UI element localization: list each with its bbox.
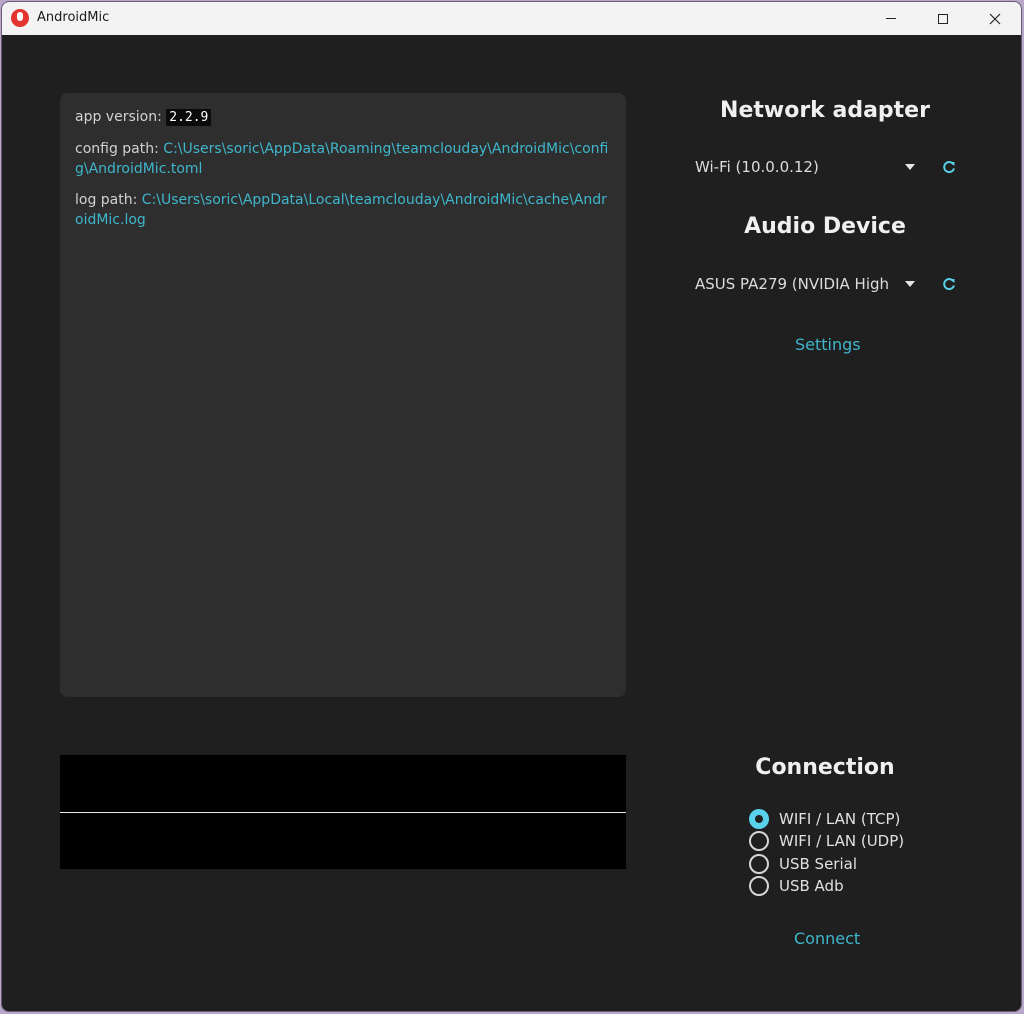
androidmic-logo-icon [11,9,29,27]
audio-device-heading: Audio Device [744,214,906,239]
connection-option-usb-adb[interactable]: USB Adb [749,875,844,897]
radio-unselected-icon [749,831,769,851]
caret-down-icon [905,281,915,287]
close-button[interactable] [972,2,1018,35]
waveform-line [60,812,626,813]
maximize-icon [938,13,948,24]
window-title: AndroidMic [37,10,110,25]
minimize-icon [886,18,896,19]
network-adapter-value: Wi-Fi (10.0.0.12) [695,158,819,176]
connection-heading: Connection [755,755,895,780]
minimize-button[interactable] [868,2,914,35]
connect-button[interactable]: Connect [794,929,860,948]
connection-option-label: USB Adb [779,877,844,895]
network-adapter-dropdown[interactable]: Wi-Fi (10.0.0.12) [695,156,917,180]
app-window: AndroidMic app version: 2.2.9 config pat… [1,1,1022,1012]
maximize-button[interactable] [920,2,966,35]
title-bar: AndroidMic [2,2,1021,35]
connection-option-usb-serial[interactable]: USB Serial [749,853,857,875]
config-path-row: config path: C:\Users\soric\AppData\Roam… [75,139,611,179]
refresh-icon[interactable] [941,160,957,176]
close-icon [989,13,1001,24]
app-version-row: app version: 2.2.9 [75,107,611,128]
connection-option-wifi-tcp[interactable]: WIFI / LAN (TCP) [749,808,900,830]
config-path-label: config path: [75,141,164,157]
radio-selected-icon [749,809,769,829]
caret-down-icon [905,164,915,170]
network-adapter-heading: Network adapter [720,98,930,123]
app-version-label: app version: [75,109,167,125]
radio-unselected-icon [749,854,769,874]
app-version-value: 2.2.9 [166,109,212,126]
audio-waveform [60,755,626,869]
log-path-row: log path: C:\Users\soric\AppData\Local\t… [75,190,611,230]
log-path-label: log path: [75,192,142,208]
connection-option-label: WIFI / LAN (UDP) [779,832,905,850]
audio-device-value: ASUS PA279 (NVIDIA High [695,275,890,293]
info-panel: app version: 2.2.9 config path: C:\Users… [60,93,626,697]
connection-option-wifi-udp[interactable]: WIFI / LAN (UDP) [749,830,904,852]
refresh-icon[interactable] [941,277,957,293]
radio-unselected-icon [749,876,769,896]
audio-device-dropdown[interactable]: ASUS PA279 (NVIDIA High [695,273,917,297]
log-path-link[interactable]: C:\Users\soric\AppData\Local\teamclouday… [75,192,607,228]
connection-option-label: USB Serial [779,855,858,873]
settings-button[interactable]: Settings [795,335,861,354]
connection-option-label: WIFI / LAN (TCP) [779,810,901,828]
